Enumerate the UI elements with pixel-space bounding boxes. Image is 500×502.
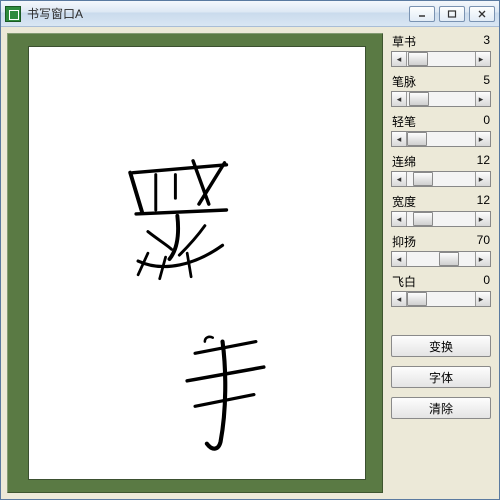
scroll-right-icon[interactable]: ▸ (475, 92, 490, 106)
slider-value: 12 (477, 193, 490, 210)
scroll-left-icon[interactable]: ◂ (392, 212, 407, 226)
slider-group-5: 抑扬70◂▸ (391, 233, 491, 267)
slider-thumb[interactable] (407, 292, 427, 306)
convert-button[interactable]: 变换 (391, 335, 491, 357)
slider-value: 12 (477, 153, 490, 170)
maximize-icon (447, 10, 457, 18)
slider-scrollbar[interactable]: ◂▸ (391, 51, 491, 67)
slider-group-4: 宽度12◂▸ (391, 193, 491, 227)
slider-value: 3 (483, 33, 490, 50)
slider-track[interactable] (407, 172, 475, 186)
slider-track[interactable] (407, 52, 475, 66)
slider-label: 轻笔 (392, 113, 416, 130)
slider-group-6: 飞白0◂▸ (391, 273, 491, 307)
slider-thumb[interactable] (413, 212, 433, 226)
slider-label: 笔脉 (392, 73, 416, 90)
slider-scrollbar[interactable]: ◂▸ (391, 91, 491, 107)
minimize-button[interactable] (409, 6, 435, 22)
scroll-right-icon[interactable]: ▸ (475, 292, 490, 306)
slider-value: 70 (477, 233, 490, 250)
slider-track[interactable] (407, 212, 475, 226)
slider-thumb[interactable] (409, 92, 429, 106)
slider-value: 5 (483, 73, 490, 90)
clear-button[interactable]: 清除 (391, 397, 491, 419)
scroll-left-icon[interactable]: ◂ (392, 172, 407, 186)
slider-scrollbar[interactable]: ◂▸ (391, 291, 491, 307)
canvas-panel (1, 27, 387, 499)
minimize-icon (417, 10, 427, 18)
slider-label: 草书 (392, 33, 416, 50)
canvas-frame (7, 33, 383, 493)
slider-label: 宽度 (392, 193, 416, 210)
client-area: 草书3◂▸笔脉5◂▸轻笔0◂▸连绵12◂▸宽度12◂▸抑扬70◂▸飞白0◂▸ 变… (1, 27, 499, 499)
app-icon (5, 6, 21, 22)
slider-group-3: 连绵12◂▸ (391, 153, 491, 187)
window-controls (409, 6, 495, 22)
scroll-right-icon[interactable]: ▸ (475, 52, 490, 66)
slider-thumb[interactable] (413, 172, 433, 186)
scroll-left-icon[interactable]: ◂ (392, 132, 407, 146)
close-icon (477, 10, 487, 18)
maximize-button[interactable] (439, 6, 465, 22)
scroll-left-icon[interactable]: ◂ (392, 52, 407, 66)
slider-group-2: 轻笔0◂▸ (391, 113, 491, 147)
slider-scrollbar[interactable]: ◂▸ (391, 171, 491, 187)
scroll-left-icon[interactable]: ◂ (392, 292, 407, 306)
slider-scrollbar[interactable]: ◂▸ (391, 211, 491, 227)
scroll-right-icon[interactable]: ▸ (475, 252, 490, 266)
slider-thumb[interactable] (408, 52, 428, 66)
app-window: 书写窗口A (0, 0, 500, 500)
slider-thumb[interactable] (407, 132, 427, 146)
scroll-right-icon[interactable]: ▸ (475, 172, 490, 186)
slider-track[interactable] (407, 92, 475, 106)
handwriting-strokes (29, 47, 365, 479)
slider-thumb[interactable] (439, 252, 459, 266)
scroll-right-icon[interactable]: ▸ (475, 212, 490, 226)
window-title: 书写窗口A (27, 5, 409, 22)
slider-value: 0 (483, 113, 490, 130)
slider-label: 连绵 (392, 153, 416, 170)
slider-scrollbar[interactable]: ◂▸ (391, 131, 491, 147)
slider-track[interactable] (407, 132, 475, 146)
slider-group-0: 草书3◂▸ (391, 33, 491, 67)
titlebar[interactable]: 书写窗口A (1, 1, 499, 27)
slider-scrollbar[interactable]: ◂▸ (391, 251, 491, 267)
font-button[interactable]: 字体 (391, 366, 491, 388)
slider-value: 0 (483, 273, 490, 290)
slider-track[interactable] (407, 252, 475, 266)
control-panel: 草书3◂▸笔脉5◂▸轻笔0◂▸连绵12◂▸宽度12◂▸抑扬70◂▸飞白0◂▸ 变… (387, 27, 499, 499)
drawing-canvas[interactable] (29, 47, 365, 479)
slider-group-1: 笔脉5◂▸ (391, 73, 491, 107)
scroll-left-icon[interactable]: ◂ (392, 92, 407, 106)
slider-label: 抑扬 (392, 233, 416, 250)
close-button[interactable] (469, 6, 495, 22)
slider-track[interactable] (407, 292, 475, 306)
button-stack: 变换 字体 清除 (391, 335, 491, 419)
scroll-right-icon[interactable]: ▸ (475, 132, 490, 146)
scroll-left-icon[interactable]: ◂ (392, 252, 407, 266)
slider-label: 飞白 (392, 273, 416, 290)
